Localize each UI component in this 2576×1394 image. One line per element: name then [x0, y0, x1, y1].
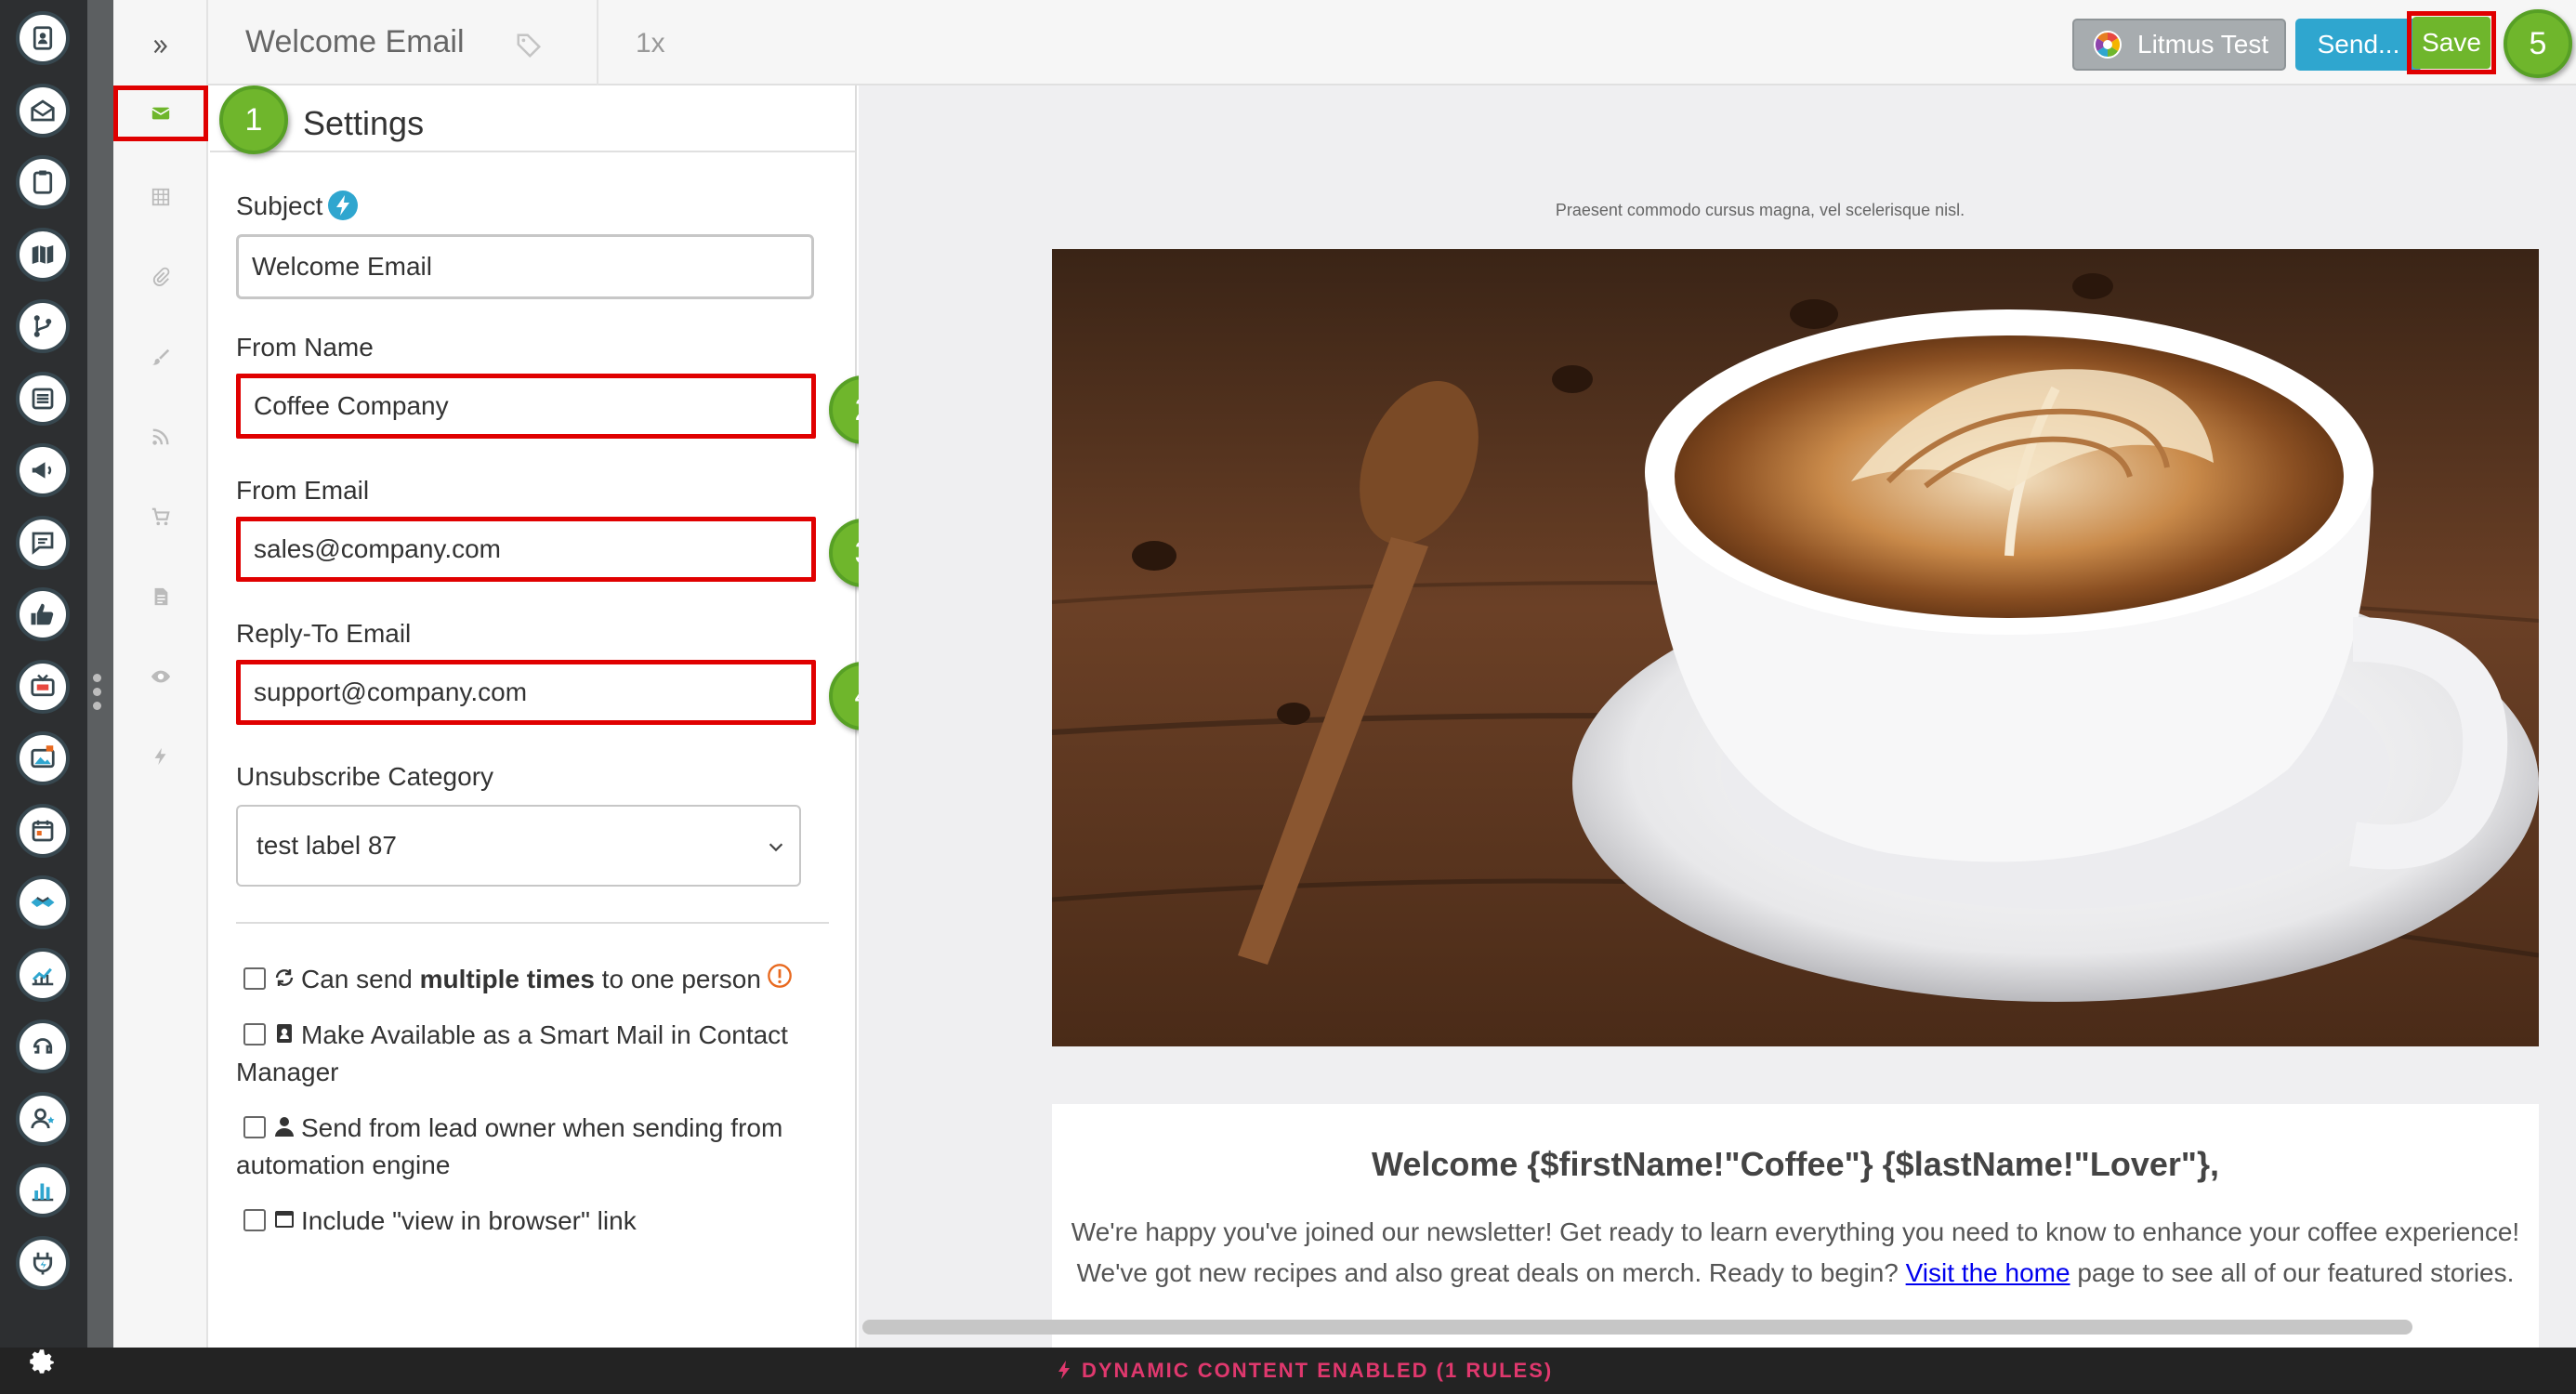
- checkbox-row-view-in-browser: Include "view in browser" link: [236, 1203, 831, 1240]
- handshake-icon[interactable]: [16, 875, 70, 929]
- chevron-down-icon: [769, 843, 783, 852]
- horizontal-scrollbar[interactable]: [862, 1320, 2412, 1335]
- headset-icon[interactable]: [16, 1019, 70, 1073]
- from-email-input[interactable]: sales@company.com: [236, 517, 816, 582]
- user-icon: [275, 1116, 294, 1137]
- bolt-icon: [1058, 1361, 1070, 1380]
- reply-to-label: Reply-To Email: [236, 619, 412, 648]
- editor-header: Welcome Email 1x Litmus Test Send...: [208, 0, 2576, 85]
- litmus-test-button[interactable]: Litmus Test: [2072, 19, 2286, 71]
- panel-title-divider: [210, 151, 855, 152]
- from-name-input[interactable]: Coffee Company: [236, 374, 816, 439]
- subject-label: Subject: [236, 190, 359, 223]
- thumbs-up-icon[interactable]: [16, 587, 70, 641]
- panel-title: Settings: [303, 104, 425, 142]
- browser-window-icon: [275, 1210, 294, 1228]
- map-icon[interactable]: [16, 227, 70, 282]
- bolt-icon[interactable]: [113, 729, 208, 784]
- smart-mail-checkbox[interactable]: [243, 1022, 266, 1046]
- annotation-1: 1: [219, 85, 288, 154]
- drag-grip-icon[interactable]: [91, 674, 104, 722]
- gear-icon[interactable]: [26, 1346, 58, 1377]
- dynamic-content-status[interactable]: DYNAMIC CONTENT ENABLED (1 RULES): [1056, 1359, 1553, 1383]
- plug-icon[interactable]: [16, 1235, 70, 1290]
- user-star-icon[interactable]: [16, 1091, 70, 1146]
- checkbox-row-lead-owner: Send from lead owner when sending from a…: [236, 1113, 783, 1179]
- brush-icon[interactable]: [113, 329, 208, 385]
- litmus-test-label: Litmus Test: [2137, 30, 2269, 59]
- lead-owner-checkbox[interactable]: [243, 1115, 266, 1138]
- document-icon[interactable]: [113, 569, 208, 625]
- tv-icon[interactable]: [16, 659, 70, 714]
- grid-icon[interactable]: [113, 169, 208, 225]
- paperclip-icon[interactable]: [113, 249, 208, 305]
- dynamic-bolt-icon[interactable]: [328, 190, 359, 220]
- coffee-cup-image: [1052, 249, 2539, 1046]
- unsubscribe-select[interactable]: test label 87: [236, 805, 801, 887]
- panel-divider: [236, 922, 829, 924]
- unsubscribe-selected-value: test label 87: [256, 831, 397, 860]
- welcome-heading: Welcome {$firstName!"Coffee"} {$lastName…: [1372, 1145, 2219, 1183]
- checkbox-row-smart-mail: Make Available as a Smart Mail in Contac…: [236, 1020, 788, 1086]
- subject-input[interactable]: Welcome Email: [236, 234, 814, 299]
- preheader-text: Praesent commodo cursus magna, vel scele…: [1555, 201, 1965, 219]
- image-icon[interactable]: [16, 731, 70, 785]
- chart-up-icon[interactable]: [16, 947, 70, 1002]
- send-button[interactable]: Send...: [2295, 19, 2422, 71]
- from-email-label: From Email: [236, 476, 370, 505]
- page-title[interactable]: Welcome Email: [245, 24, 465, 60]
- reply-to-input[interactable]: support@company.com: [236, 660, 816, 725]
- clipboard-icon[interactable]: [16, 155, 70, 209]
- annotation-5: 5: [2504, 9, 2572, 78]
- tag-icon[interactable]: [515, 32, 543, 59]
- save-button[interactable]: Save: [2412, 17, 2491, 69]
- zoom-level[interactable]: 1x: [636, 28, 665, 59]
- email-preview: Praesent commodo cursus magna, vel scele…: [859, 85, 2576, 1348]
- app-nav-rail: [0, 0, 87, 1394]
- branch-icon[interactable]: [16, 299, 70, 353]
- welcome-paragraph: We're happy you've joined our newsletter…: [1071, 1217, 2520, 1287]
- contact-card-icon: [277, 1023, 292, 1043]
- megaphone-icon[interactable]: [16, 443, 70, 497]
- status-bar: DYNAMIC CONTENT ENABLED (1 RULES): [0, 1348, 2576, 1394]
- welcome-content-block: Welcome {$firstName!"Coffee"} {$lastName…: [1052, 1104, 2539, 1348]
- eye-icon[interactable]: [113, 649, 208, 704]
- expand-chevrons-icon[interactable]: [113, 19, 208, 74]
- envelope-icon[interactable]: [113, 85, 208, 141]
- checkbox-row-multiple: Can send multiple times to one person: [236, 961, 831, 998]
- header-divider: [597, 0, 598, 85]
- inbox-icon[interactable]: [16, 83, 70, 138]
- rss-icon[interactable]: [113, 409, 208, 465]
- from-name-label: From Name: [236, 333, 374, 362]
- chat-badge-icon[interactable]: [16, 515, 70, 570]
- unsubscribe-label: Unsubscribe Category: [236, 762, 494, 791]
- bar-chart-icon[interactable]: [16, 1164, 70, 1217]
- calendar-icon[interactable]: [16, 803, 70, 858]
- settings-panel: Settings Subject Welcome Email From Name…: [210, 85, 857, 1348]
- refresh-icon: [275, 968, 294, 986]
- warning-icon[interactable]: [767, 963, 793, 989]
- litmus-icon: [2094, 31, 2122, 59]
- view-in-browser-checkbox[interactable]: [243, 1208, 266, 1231]
- visit-home-link[interactable]: Visit the home: [1906, 1258, 2070, 1287]
- contacts-icon[interactable]: [16, 11, 70, 65]
- editor-sidebar: [113, 0, 208, 1348]
- multiple-times-checkbox[interactable]: [243, 967, 266, 990]
- list-icon[interactable]: [16, 371, 70, 426]
- cart-icon[interactable]: [113, 489, 208, 545]
